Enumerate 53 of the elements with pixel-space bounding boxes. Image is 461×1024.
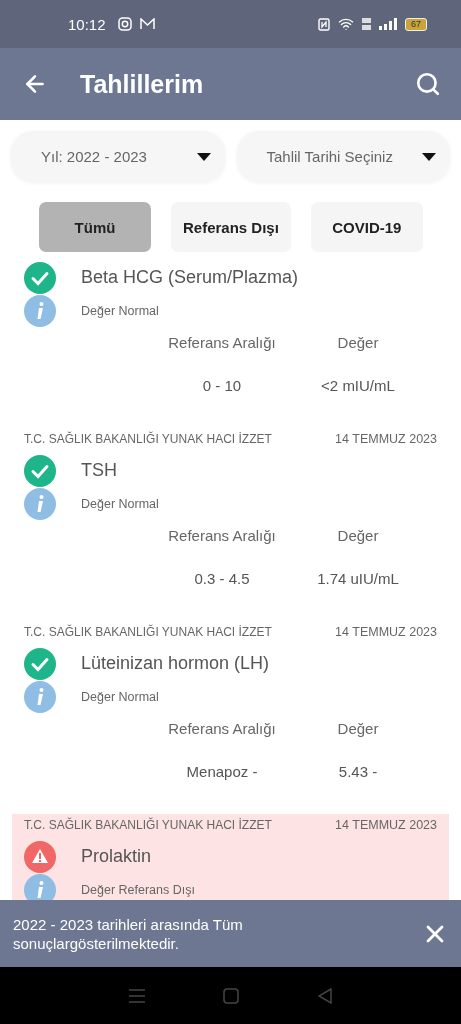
filter-tab[interactable]: Tümü — [39, 202, 151, 252]
info-icon[interactable] — [24, 680, 56, 713]
result-date: 14 TEMMUZ 2023 — [335, 625, 437, 639]
result-value: 5.43 - — [337, 762, 379, 782]
check-circle-icon — [24, 647, 56, 680]
test-name: Beta HCG (Serum/Plazma) — [81, 267, 299, 288]
warning-circle-icon — [24, 840, 56, 873]
signal-icon — [379, 18, 397, 30]
filter-dropdown[interactable]: Tahlil Tarihi Seçiniz — [236, 131, 450, 182]
test-name: TSH — [81, 460, 117, 481]
nfc-icon — [318, 17, 330, 31]
battery-level: 67 — [405, 17, 427, 31]
check-circle-icon — [24, 261, 56, 294]
column-header: Değer — [336, 526, 380, 546]
test-name: Lüteinizan hormon (LH) — [81, 653, 270, 674]
back-icon[interactable] — [317, 987, 332, 1004]
filter-tab[interactable]: Referans Dışı — [171, 202, 291, 252]
column-header: Değer — [336, 719, 380, 739]
result-date: 14 TEMMUZ 2023 — [335, 818, 437, 832]
result-value: <2 mIU/mL — [320, 376, 396, 396]
result-value: 1.74 uIU/mL — [316, 569, 400, 589]
reference-range: 0 - 10 — [201, 376, 243, 396]
info-icon[interactable] — [24, 487, 56, 520]
hospital-name: T.C. SAĞLIK BAKANLIĞI YUNAK HACI İZZET — [24, 625, 272, 639]
hospital-name: T.C. SAĞLIK BAKANLIĞI YUNAK HACI İZZET — [24, 432, 272, 446]
status-text: Değer Normal — [81, 496, 159, 511]
column-header: Referans Aralığı — [167, 719, 277, 739]
status-text: Değer Normal — [81, 303, 159, 318]
caret-icon — [196, 152, 211, 161]
column-header: Referans Aralığı — [167, 526, 277, 546]
snackbar-message: 2022 - 2023 tarihleri arasında Tüm sonuçlargösterilmektedir. — [13, 914, 244, 953]
mail-icon — [139, 18, 155, 30]
status-time: 10:12 — [68, 15, 106, 33]
filter-tab[interactable]: COVID-19 — [310, 202, 423, 252]
column-header: Değer — [336, 333, 380, 353]
wifi-icon — [338, 16, 354, 32]
filter-dropdown[interactable]: Yıl: 2022 - 2023 — [11, 131, 225, 182]
column-header: Referans Aralığı — [167, 333, 277, 353]
home-icon[interactable] — [223, 987, 240, 1004]
check-circle-icon — [24, 454, 56, 487]
status-text: Değer Normal — [81, 689, 159, 704]
hospital-name: T.C. SAĞLIK BAKANLIĞI YUNAK HACI İZZET — [24, 818, 272, 832]
status-text: Değer Referans Dışı — [81, 882, 195, 897]
result-date: 14 TEMMUZ 2023 — [335, 432, 437, 446]
reference-range: 0.3 - 4.5 — [193, 569, 251, 589]
info-icon[interactable] — [24, 294, 56, 327]
caret-icon — [422, 152, 436, 161]
menu-icon[interactable] — [129, 988, 146, 1003]
camera-icon — [117, 17, 132, 31]
reference-range: Menapoz - — [185, 762, 259, 782]
test-name: Prolaktin — [81, 846, 152, 867]
search-button[interactable] — [415, 71, 441, 97]
page-title: Tahlillerim — [80, 69, 205, 99]
